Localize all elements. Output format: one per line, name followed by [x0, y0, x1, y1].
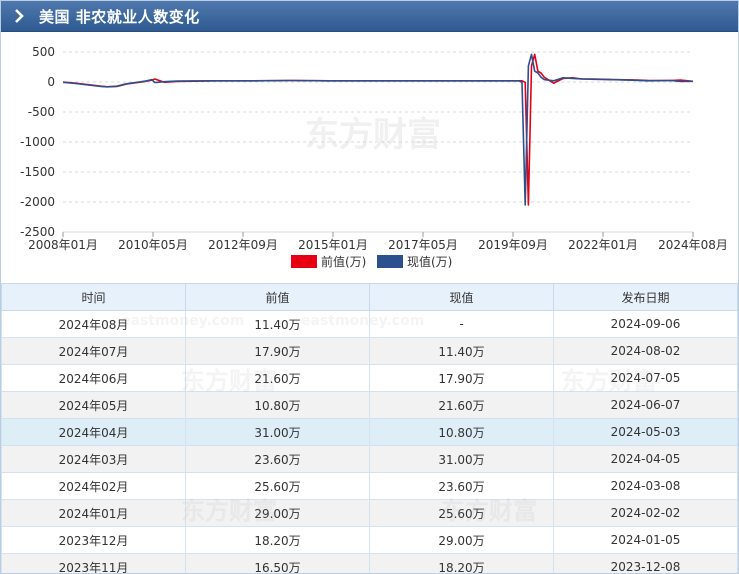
chart-area: 东方财富 500 0 -500 -1000 -1500 -2000 -2500 2008年0…: [1, 32, 738, 282]
table-row: 2023年12月 18.20万 29.00万 2024-01-05: [1, 526, 738, 554]
cell-previous: 17.90万: [185, 337, 370, 365]
cell-current: 23.60万: [369, 472, 554, 500]
x-tick-label: 2010年05月: [118, 238, 188, 252]
cell-current: 31.00万: [369, 445, 554, 473]
cell-time: 2024年07月: [1, 337, 186, 365]
x-tick-label: 2017年05月: [388, 238, 458, 252]
table-row: 2024年08月 11.40万 -2024-09-06: [1, 310, 738, 338]
cell-time: 2024年08月: [1, 310, 186, 338]
widget-frame: 美国 非农就业人数变化 东方财富 500 0 -500 -1000 -1500 -2000…: [0, 0, 739, 574]
x-tick-label: 2008年01月: [28, 238, 98, 252]
legend-swatch[interactable]: [291, 255, 317, 268]
table-row: 2024年05月 10.80万 21.60万 2024-06-07: [1, 391, 738, 419]
cell-current: 17.90万: [369, 364, 554, 392]
title-bar: 美国 非农就业人数变化: [1, 1, 738, 32]
cell-release-date: 2024-08-02: [553, 337, 738, 365]
x-tick-label: 2024年08月: [658, 238, 728, 252]
cell-time: 2024年02月: [1, 472, 186, 500]
y-tick-label: -2500: [20, 225, 55, 239]
data-table: 时间 前值 现值 发布日期 2024年08月 11.40万 -2024-09-06 2…: [1, 283, 738, 573]
y-tick-label: -1500: [20, 165, 55, 179]
table-row: 2023年11月 16.50万 18.20万 2023-12-08: [1, 553, 738, 573]
cell-release-date: 2024-03-08: [553, 472, 738, 500]
cell-release-date: 2024-02-02: [553, 499, 738, 527]
x-tick-label: 2015年01月: [298, 238, 368, 252]
col-header-current: 现值: [369, 283, 554, 311]
chevron-right-icon: [15, 9, 24, 23]
cell-time: 2024年04月: [1, 418, 186, 446]
cell-previous: 21.60万: [185, 364, 370, 392]
cell-current: 11.40万: [369, 337, 554, 365]
legend-label[interactable]: 前值(万): [321, 254, 366, 269]
cell-time: 2024年06月: [1, 364, 186, 392]
cell-time: 2024年03月: [1, 445, 186, 473]
table-row: 2024年02月 25.60万 23.60万 2024-03-08: [1, 472, 738, 500]
cell-release-date: 2023-12-08: [553, 553, 738, 573]
y-tick-label: -500: [28, 105, 55, 119]
cell-release-date: 2024-06-07: [553, 391, 738, 419]
y-tick-label: -1000: [20, 135, 55, 149]
cell-previous: 10.80万: [185, 391, 370, 419]
cell-release-date: 2024-01-05: [553, 526, 738, 554]
x-tick-label: 2022年01月: [568, 238, 638, 252]
x-tick-label: 2012年09月: [208, 238, 278, 252]
cell-current: -: [369, 310, 554, 338]
table-row: 2024年06月 21.60万 17.90万 2024-07-05: [1, 364, 738, 392]
table-row: 2024年07月 17.90万 11.40万 2024-08-02: [1, 337, 738, 365]
table-row: 2024年01月 29.00万 25.60万 2024-02-02: [1, 499, 738, 527]
cell-release-date: 2024-09-06: [553, 310, 738, 338]
cell-time: 2024年05月: [1, 391, 186, 419]
cell-release-date: 2024-04-05: [553, 445, 738, 473]
cell-previous: 16.50万: [185, 553, 370, 573]
cell-time: 2023年11月: [1, 553, 186, 573]
cell-previous: 29.00万: [185, 499, 370, 527]
cell-current: 25.60万: [369, 499, 554, 527]
cell-time: 2024年01月: [1, 499, 186, 527]
page-title: 美国 非农就业人数变化: [39, 8, 200, 26]
col-header-previous: 前值: [185, 283, 370, 311]
cell-release-date: 2024-07-05: [553, 364, 738, 392]
cell-time: 2023年12月: [1, 526, 186, 554]
cell-current: 18.20万: [369, 553, 554, 573]
cell-current: 21.60万: [369, 391, 554, 419]
cell-current: 29.00万: [369, 526, 554, 554]
y-tick-label: 0: [47, 75, 55, 89]
legend-swatch[interactable]: [377, 255, 403, 268]
y-tick-label: -2000: [20, 195, 55, 209]
legend-label[interactable]: 现值(万): [407, 254, 452, 269]
cell-previous: 25.60万: [185, 472, 370, 500]
cell-previous: 23.60万: [185, 445, 370, 473]
table-row: 2024年04月 31.00万 10.80万 2024-05-03: [1, 418, 738, 446]
cell-previous: 31.00万: [185, 418, 370, 446]
line-chart: 东方财富 500 0 -500 -1000 -1500 -2000 -2500 2008年0…: [20, 45, 728, 269]
x-tick-label: 2019年09月: [478, 238, 548, 252]
cell-previous: 18.20万: [185, 526, 370, 554]
cell-current: 10.80万: [369, 418, 554, 446]
col-header-time: 时间: [1, 283, 186, 311]
col-header-release-date: 发布日期: [553, 283, 738, 311]
y-tick-label: 500: [32, 45, 55, 59]
cell-release-date: 2024-05-03: [553, 418, 738, 446]
chart-watermark: 东方财富: [305, 115, 441, 155]
table-row: 2024年03月 23.60万 31.00万 2024-04-05: [1, 445, 738, 473]
table-header-row: 时间 前值 现值 发布日期: [1, 283, 738, 311]
cell-previous: 11.40万: [185, 310, 370, 338]
